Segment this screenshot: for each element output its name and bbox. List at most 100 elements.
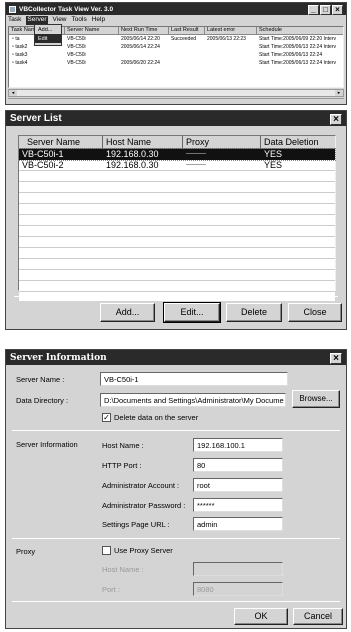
separator-1	[12, 430, 340, 431]
close-button[interactable]: Close	[288, 303, 342, 322]
server-list-titlebar[interactable]: Server List	[6, 111, 346, 126]
minimize-icon[interactable]: _	[308, 5, 319, 15]
server-information-dialog: Server Information × Server Name : VB-C5…	[5, 349, 347, 629]
admin-account-field[interactable]: root	[193, 478, 283, 492]
data-deletion-cell: YES	[264, 149, 283, 159]
use-proxy-checkbox[interactable]	[102, 546, 111, 555]
scroll-left-icon[interactable]: ◂	[9, 90, 17, 96]
task-view-title: VBCollector Task View Ver. 3.0	[19, 5, 114, 13]
ok-button[interactable]: OK	[234, 608, 288, 625]
host-name-label: Host Name :	[102, 441, 144, 450]
settings-url-field[interactable]: admin	[193, 517, 283, 531]
add-button[interactable]: Add...	[100, 303, 155, 322]
proxy-cell: ----------	[186, 162, 206, 168]
use-proxy-label: Use Proxy Server	[114, 546, 173, 555]
proxy-section-label: Proxy	[16, 547, 36, 556]
col-server-name[interactable]: Server Name	[19, 136, 103, 148]
server-name-label: Server Name :	[16, 375, 65, 384]
server-name: VB-C50i	[67, 60, 86, 66]
delete-button[interactable]: Delete	[226, 303, 282, 322]
menu-tools[interactable]: Tools	[72, 16, 87, 25]
next-run: 2005/06/14 22:20	[121, 36, 160, 42]
admin-password-field[interactable]: ******	[193, 498, 283, 512]
server-name-field[interactable]: VB-C50i-1	[100, 372, 288, 386]
server-table-header: Server Name Host Name Proxy Data Deletio…	[19, 136, 335, 149]
server-list-separator	[14, 296, 338, 297]
separator-3	[12, 601, 340, 602]
menu-task[interactable]: Task	[8, 16, 21, 25]
server-information-titlebar[interactable]: Server Information	[6, 350, 346, 365]
server-list-dialog: Server List × Server Name Host Name Prox…	[5, 110, 347, 330]
schedule: Start Time:2005/06/13 22:24	[259, 52, 323, 58]
edit-button[interactable]: Edit...	[163, 302, 221, 323]
menu-add[interactable]: Add...	[35, 25, 61, 34]
col-data-deletion[interactable]: Data Deletion	[261, 136, 335, 148]
task-name: ◔ task4	[11, 60, 28, 66]
task-name: ◔ task3	[11, 52, 28, 58]
app-icon	[9, 5, 16, 13]
table-row[interactable]: VB-C50i-1 192.168.0.30 ---------- YES	[18, 148, 336, 161]
task-view-titlebar[interactable]: VBCollector Task View Ver. 3.0	[6, 3, 346, 15]
schedule: Start Time:2005/06/13 22:24 Interv	[259, 60, 336, 66]
host-name-field[interactable]: 192.168.100.1	[193, 438, 283, 452]
server-table: Server Name Host Name Proxy Data Deletio…	[18, 135, 336, 301]
admin-account-label: Administrator Account :	[102, 481, 180, 490]
proxy-cell: ----------	[186, 151, 206, 157]
col-proxy[interactable]: Proxy	[183, 136, 261, 148]
table-row[interactable]: VB-C50i-2 192.168.0.30 ---------- YES	[19, 160, 335, 171]
empty-rows	[19, 171, 335, 301]
http-port-field[interactable]: 80	[193, 458, 283, 472]
browse-button[interactable]: Browse...	[292, 390, 340, 408]
col-latest-error[interactable]: Latest error	[205, 27, 257, 34]
schedule: Start Time:2005/06/13 22:24 Interv	[259, 44, 336, 50]
table-row[interactable]: ◔ task3 VB-C50i Start Time:2005/06/13 22…	[9, 51, 343, 59]
server-menu-dropdown: Add... Edit	[34, 24, 62, 46]
col-host-name[interactable]: Host Name	[103, 136, 183, 148]
proxy-port-field[interactable]: 8080	[193, 582, 283, 596]
next-run: 2005/06/20 22:24	[121, 60, 160, 66]
data-directory-field[interactable]: D:\Documents and Settings\Administrator\…	[100, 393, 286, 407]
latest-error: 2005/06/13 22:23	[207, 36, 246, 42]
admin-password-label: Administrator Password :	[102, 501, 186, 510]
proxy-host-field[interactable]	[193, 562, 283, 576]
proxy-port-label: Port :	[102, 585, 120, 594]
close-icon[interactable]: ×	[330, 114, 342, 125]
host-name-cell: 192.168.0.30	[106, 149, 159, 159]
close-icon[interactable]: ×	[332, 5, 343, 15]
data-deletion-cell: YES	[264, 160, 283, 170]
host-name-cell: 192.168.0.30	[106, 160, 159, 170]
data-directory-label: Data Directory :	[16, 396, 69, 405]
server-name-cell: VB-C50i-1	[22, 149, 64, 159]
http-port-label: HTTP Port :	[102, 461, 142, 470]
next-run: 2005/06/14 22:24	[121, 44, 160, 50]
delete-data-label: Delete data on the server	[114, 413, 199, 422]
delete-data-checkbox[interactable]: ✓	[102, 413, 111, 422]
scroll-right-icon[interactable]: ▸	[335, 90, 343, 96]
menu-help[interactable]: Help	[92, 16, 105, 25]
settings-url-label: Settings Page URL :	[102, 520, 170, 529]
server-name: VB-C50i	[67, 36, 86, 42]
table-row[interactable]: ◔ task4 VB-C50i 2005/06/20 22:24 Start T…	[9, 59, 343, 67]
menu-edit[interactable]: Edit	[35, 34, 61, 43]
server-name: VB-C50i	[67, 52, 86, 58]
col-schedule[interactable]: Schedule	[257, 27, 343, 34]
proxy-host-label: Host Name :	[102, 565, 144, 574]
server-name: VB-C50i	[67, 44, 86, 50]
col-server-name[interactable]: Server Name	[65, 27, 119, 34]
separator-2	[12, 538, 340, 539]
cancel-button[interactable]: Cancel	[293, 608, 343, 625]
server-info-section-label: Server Information	[16, 440, 78, 449]
task-view-window: VBCollector Task View Ver. 3.0 _ □ × Tas…	[5, 2, 347, 105]
server-name-cell: VB-C50i-2	[22, 160, 64, 170]
last-result: Succeeded	[171, 36, 197, 42]
server-rows: VB-C50i-1 192.168.0.30 ---------- YES VB…	[18, 148, 336, 301]
status-bar	[8, 98, 344, 104]
close-icon[interactable]: ×	[330, 353, 342, 364]
col-last-result[interactable]: Last Result	[169, 27, 205, 34]
maximize-icon[interactable]: □	[320, 5, 331, 15]
col-next-run[interactable]: Next Run Time	[119, 27, 169, 34]
horizontal-scrollbar[interactable]: ◂ ▸	[8, 89, 344, 97]
server-list-title: Server List	[10, 113, 62, 124]
server-information-title: Server Information	[10, 352, 107, 363]
schedule: Start Time:2005/06/09 22:20 Interv	[259, 36, 336, 42]
